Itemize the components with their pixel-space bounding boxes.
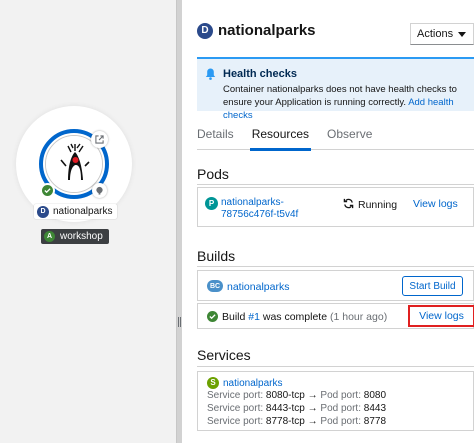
- service-port-row: Service port: 8778-tcp → Pod port: 8778: [207, 416, 386, 427]
- node-label[interactable]: D nationalparks: [34, 204, 118, 219]
- actions-label: Actions: [417, 28, 454, 40]
- bell-icon: [205, 68, 216, 83]
- builds-divider: [197, 266, 474, 267]
- page-title: nationalparks: [218, 22, 316, 39]
- pod-port-value: 8778: [363, 416, 387, 427]
- pod-port-label: Pod port:: [320, 416, 361, 427]
- service-badge: S: [207, 377, 219, 389]
- application-name: workshop: [60, 231, 103, 242]
- service-port-label: Service port:: [207, 403, 264, 414]
- service-header: S nationalparks: [207, 377, 282, 389]
- tab-details[interactable]: Details: [197, 122, 246, 150]
- caret-down-icon: [458, 28, 466, 40]
- alert-title: Health checks: [223, 68, 297, 80]
- tab-observe[interactable]: Observe: [327, 122, 384, 150]
- node-name: nationalparks: [53, 206, 113, 217]
- github-icon[interactable]: [92, 183, 107, 198]
- service-port-label: Service port:: [207, 390, 264, 401]
- resource-side-panel: D nationalparks Actions Health checks Co…: [182, 0, 474, 443]
- service-port-label: Service port:: [207, 416, 264, 427]
- build-config-badge: BC: [207, 280, 224, 292]
- pods-heading: Pods: [197, 166, 229, 182]
- pod-port-value: 8443: [363, 403, 387, 414]
- start-build-button[interactable]: Start Build: [402, 276, 463, 296]
- deployment-badge: D: [37, 205, 49, 218]
- pod-view-logs-link[interactable]: View logs: [413, 198, 458, 210]
- pod-port-label: Pod port:: [320, 403, 361, 414]
- arrow-right-icon: →: [307, 390, 318, 401]
- panel-header: D nationalparks: [197, 22, 316, 39]
- actions-dropdown[interactable]: Actions: [410, 23, 474, 45]
- service-port-value: 8080-tcp: [265, 390, 305, 401]
- service-port-row: Service port: 8080-tcp → Pod port: 8080: [207, 390, 386, 401]
- build-time: (1 hour ago): [329, 311, 388, 323]
- pod-port-label: Pod port:: [320, 390, 361, 401]
- services-divider: [197, 366, 474, 367]
- build-status-text: Build #1 was complete (1 hour ago): [222, 311, 387, 323]
- success-check-icon: [207, 311, 218, 322]
- service-port-value: 8778-tcp: [265, 416, 305, 427]
- tab-resources[interactable]: Resources: [249, 122, 321, 151]
- pod-status: Running: [343, 198, 397, 212]
- arrow-right-icon: →: [307, 416, 318, 427]
- pod-port-value: 8080: [363, 390, 387, 401]
- pod-name-line1: nationalparks-: [221, 197, 284, 208]
- service-item: S nationalparks Service port: 8080-tcp →…: [197, 371, 474, 431]
- sync-icon: [343, 198, 354, 212]
- build-item: Build #1 was complete (1 hour ago) View …: [197, 303, 474, 329]
- pods-divider: [197, 184, 474, 185]
- pod-badge: P: [205, 197, 218, 210]
- pod-status-text: Running: [358, 199, 398, 211]
- service-port-value: 8443-tcp: [265, 403, 305, 414]
- services-heading: Services: [197, 347, 251, 363]
- drag-handle-icon[interactable]: [178, 317, 181, 327]
- pod-name-line2: 78756c476f-t5v4f: [221, 209, 299, 220]
- pod-list-item: P nationalparks- 78756c476f-t5v4f Runnin…: [197, 187, 474, 227]
- build-suffix: was complete: [259, 311, 330, 323]
- deployment-badge: D: [197, 22, 213, 39]
- topology-canvas[interactable]: D nationalparks A workshop: [0, 0, 176, 443]
- application-badge: A: [44, 231, 55, 242]
- service-port-row: Service port: 8443-tcp → Pod port: 8443: [207, 403, 386, 414]
- pod-name-link[interactable]: nationalparks- 78756c476f-t5v4f: [221, 197, 321, 221]
- build-config-item: BC nationalparks Start Build: [197, 270, 474, 301]
- build-view-logs-highlight: View logs: [408, 305, 474, 327]
- build-config-link[interactable]: nationalparks: [227, 281, 289, 293]
- application-group-label[interactable]: A workshop: [41, 229, 109, 244]
- service-link[interactable]: nationalparks: [223, 378, 282, 389]
- build-view-logs-link[interactable]: View logs: [419, 310, 464, 322]
- external-link-icon[interactable]: [91, 131, 108, 148]
- arrow-right-icon: →: [307, 403, 318, 414]
- build-number-link[interactable]: #1: [248, 311, 260, 323]
- success-check-icon: [40, 183, 55, 198]
- build-prefix: Build: [222, 311, 249, 323]
- panel-tabs: Details Resources Observe: [197, 122, 474, 151]
- builds-heading: Builds: [197, 248, 236, 264]
- alert-body: Container nationalparks does not have he…: [223, 83, 471, 122]
- health-checks-alert: Health checks Container nationalparks do…: [197, 57, 474, 121]
